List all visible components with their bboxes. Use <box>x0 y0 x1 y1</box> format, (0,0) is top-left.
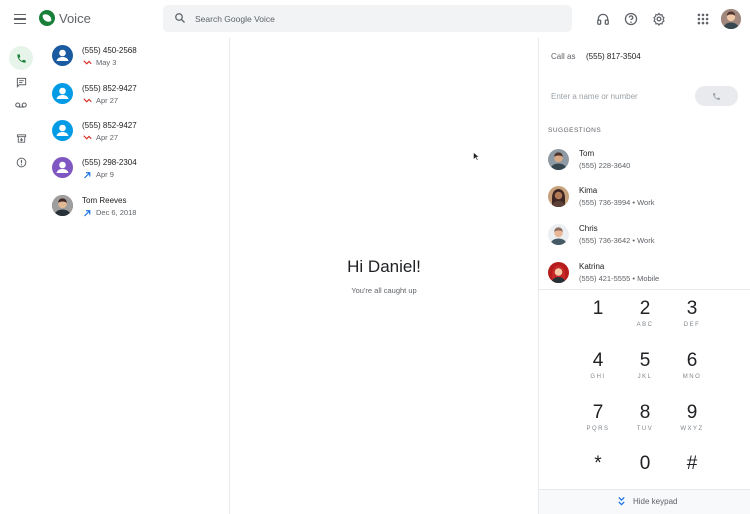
call-date: Apr 9 <box>96 170 114 179</box>
key-1[interactable]: 1 <box>578 298 618 338</box>
key-0[interactable]: 0 <box>625 453 665 493</box>
key-7[interactable]: 7 PQRS <box>578 402 618 442</box>
suggestion-detail: (555) 421-5555 • Mobile <box>579 274 660 283</box>
rail-calls[interactable] <box>9 46 33 70</box>
rail-messages[interactable] <box>9 70 33 94</box>
avatar <box>548 186 569 207</box>
call-as-number[interactable]: (555) 817-3504 <box>586 52 641 61</box>
call-date: Apr 27 <box>96 96 119 105</box>
call-date: May 3 <box>96 58 117 67</box>
suggestion-item[interactable]: Katrina (555) 421-5555 • Mobile <box>548 262 743 290</box>
search-input[interactable] <box>195 5 555 32</box>
contact-number: (555) 852-9427 <box>82 121 137 130</box>
outgoing-call-icon <box>84 210 91 217</box>
suggestion-item[interactable]: Chris (555) 736-3642 • Work <box>548 224 743 252</box>
suggestion-name: Katrina <box>579 262 605 271</box>
headset-icon[interactable] <box>596 12 610 26</box>
apps-icon[interactable] <box>696 12 710 26</box>
suggestion-item[interactable]: Tom (555) 228-3640 <box>548 149 743 177</box>
contact-number: (555) 852-9427 <box>82 84 137 93</box>
greeting-subtitle: You're all caught up <box>351 286 417 295</box>
suggestion-detail: (555) 228-3640 <box>579 161 631 170</box>
list-item[interactable]: (555) 852-9427 Apr 27 <box>52 83 222 119</box>
dial-input[interactable] <box>551 86 689 106</box>
missed-call-icon <box>83 60 92 65</box>
suggestion-name: Kima <box>579 186 598 195</box>
rail-voicemail[interactable] <box>9 93 33 117</box>
avatar <box>548 224 569 245</box>
key-8[interactable]: 8 TUV <box>625 402 665 442</box>
call-date: Dec 6, 2018 <box>96 208 137 217</box>
hide-keypad-label: Hide keypad <box>633 497 678 506</box>
account-avatar[interactable] <box>721 9 741 29</box>
key-4[interactable]: 4 GHI <box>578 350 618 390</box>
list-item[interactable]: (555) 298-2304 Apr 9 <box>52 157 222 193</box>
suggestion-name: Chris <box>579 224 598 233</box>
contact-number: (555) 450-2568 <box>82 46 137 55</box>
call-button[interactable] <box>695 86 738 106</box>
rail-archive[interactable] <box>9 126 33 150</box>
spam-icon <box>16 157 26 167</box>
suggestion-detail: (555) 736-3642 • Work <box>579 236 655 245</box>
rail-spam[interactable] <box>9 150 33 174</box>
keypad-divider <box>539 289 750 290</box>
key-2[interactable]: 2 ABC <box>625 298 665 338</box>
contact-name: Tom Reeves <box>82 196 127 205</box>
key-star[interactable]: * <box>578 453 618 493</box>
list-item[interactable]: (555) 450-2568 May 3 <box>52 45 222 81</box>
phone-icon <box>16 53 26 63</box>
help-icon[interactable] <box>624 12 638 26</box>
chevron-collapse-icon <box>618 496 625 506</box>
phone-icon <box>713 92 720 100</box>
app-title: Voice <box>59 11 91 26</box>
menu-icon[interactable] <box>11 9 31 29</box>
avatar <box>548 262 569 283</box>
greeting: Hi Daniel! <box>347 257 421 276</box>
voice-logo-icon <box>39 10 55 26</box>
suggestion-item[interactable]: Kima (555) 736-3994 • Work <box>548 186 743 214</box>
archive-icon <box>16 133 26 143</box>
mouse-cursor-icon <box>473 152 479 161</box>
hide-keypad-button[interactable]: Hide keypad <box>539 489 750 514</box>
avatar <box>548 149 569 170</box>
avatar <box>52 195 73 216</box>
key-6[interactable]: 6 MNO <box>672 350 712 390</box>
suggestions-heading: SUGGESTIONS <box>548 127 602 134</box>
avatar <box>52 120 73 141</box>
search-bar[interactable] <box>163 5 572 32</box>
key-5[interactable]: 5 JKL <box>625 350 665 390</box>
key-3[interactable]: 3 DEF <box>672 298 712 338</box>
contact-number: (555) 298-2304 <box>82 158 137 167</box>
missed-call-icon <box>83 135 92 140</box>
key-hash[interactable]: # <box>672 453 712 493</box>
list-item[interactable]: (555) 852-9427 Apr 27 <box>52 120 222 156</box>
voicemail-icon <box>15 102 27 108</box>
avatar <box>52 83 73 104</box>
search-icon <box>175 13 185 23</box>
suggestion-detail: (555) 736-3994 • Work <box>579 198 655 207</box>
missed-call-icon <box>83 98 92 103</box>
outgoing-call-icon <box>84 172 91 179</box>
top-bar: Voice <box>0 0 750 38</box>
call-date: Apr 27 <box>96 133 119 142</box>
message-icon <box>16 77 26 88</box>
suggestion-name: Tom <box>579 149 595 158</box>
call-as-label: Call as <box>551 52 576 61</box>
key-9[interactable]: 9 WXYZ <box>672 402 712 442</box>
settings-icon[interactable] <box>652 12 666 26</box>
list-item[interactable]: Tom Reeves Dec 6, 2018 <box>52 195 222 231</box>
panel-divider <box>538 38 539 514</box>
avatar <box>52 157 73 178</box>
avatar <box>52 45 73 66</box>
